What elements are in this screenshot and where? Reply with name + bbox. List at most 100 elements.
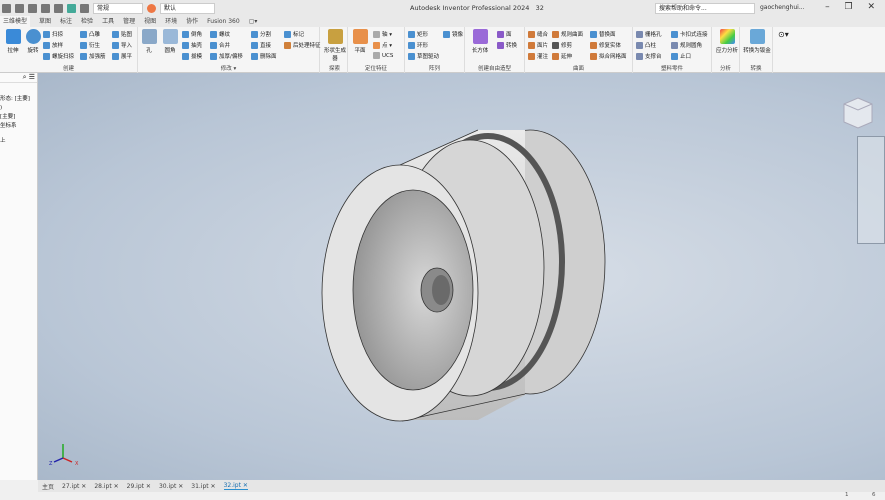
patch-button[interactable]: 面片 [528,41,548,49]
tab-3d-model[interactable]: 三维模型 [0,16,31,27]
rib-button[interactable]: 加强筋 [80,52,106,60]
tab-sketch[interactable]: 草图 [39,16,51,27]
point-button[interactable]: 点 ▾ [373,41,392,49]
undo-icon[interactable] [15,3,24,13]
unwrap-button[interactable]: 展平 [112,52,132,60]
window-controls[interactable]: – ❐ ✕ [825,2,881,12]
boss-button[interactable]: 凸柱 [636,41,656,49]
panel-label: 曲面 [572,66,584,72]
browser-item[interactable]: [主要] [0,113,37,122]
snap-fit-button[interactable]: 卡扣式连接 [671,30,708,38]
chamfer-button[interactable]: 倒角 [182,30,202,38]
extend-button[interactable]: 延伸 [552,52,572,60]
view-cube[interactable] [843,97,873,129]
replace-face-button[interactable]: 替换面 [590,30,616,38]
doc-tab-active[interactable]: 32.ipt ✕ [223,482,248,490]
panel-label: 塑料零件 [660,66,683,72]
repair-bodies-button[interactable]: 修复实体 [590,41,621,49]
help-search-input[interactable]: 搜索帮助和命令... [655,3,755,14]
panel-label: 创建自由造型 [477,66,511,72]
coil-button[interactable]: 螺旋扫掠 [43,52,74,60]
home-icon[interactable] [41,3,50,13]
delete-face-button[interactable]: 删除面 [251,52,277,60]
ucs-button[interactable]: UCS [373,52,393,59]
doc-tab[interactable]: 27.ipt ✕ [62,483,86,490]
sculpt-button[interactable]: 灌注 [528,52,548,60]
mark-button[interactable]: 标记 [284,30,304,38]
browser-search-menu-icon[interactable]: ⌕ ☰ [0,73,37,83]
3d-viewport[interactable]: X Z [38,73,885,480]
sweep-button[interactable]: 扫掠 [43,30,63,38]
browser-item[interactable]: 形态: [主要] [0,95,37,104]
doc-tab[interactable]: 28.ipt ✕ [94,483,118,490]
convert-button[interactable]: 转换 [497,41,517,49]
shape-generator-button[interactable]: 形状生成器 [324,29,346,62]
grill-button[interactable]: 栅格孔 [636,30,662,38]
stress-analysis-button[interactable]: 应力分析 [714,29,740,54]
revolve-button[interactable]: 旋转 [22,29,44,54]
doc-tab[interactable]: 30.ipt ✕ [159,483,183,490]
navigation-bar[interactable] [857,136,885,244]
ruled-surface-button[interactable]: 规则曲面 [552,30,583,38]
derive-button[interactable]: 衍生 [80,41,100,49]
browser-item[interactable]: 坐标系 [0,122,37,131]
rectangular-pattern-button[interactable]: 矩形 [408,30,428,38]
postprocess-button[interactable]: 后处理特征 [284,41,321,49]
direct-button[interactable]: 直接 [251,41,271,49]
fit-mesh-face-button[interactable]: 拟合网格面 [590,52,627,60]
tab-home[interactable]: 主页 [42,482,54,491]
shell-button[interactable]: 抽壳 [182,41,202,49]
part-model[interactable] [321,129,606,422]
tab-manage[interactable]: 管理 [123,16,135,27]
browser-item[interactable]: ) [0,104,37,113]
appearance-select[interactable]: 常规 [93,2,143,14]
tab-tools[interactable]: 工具 [102,16,114,27]
lip-button[interactable]: 止口 [671,52,691,60]
panel-label: 转换 [750,66,762,72]
circular-pattern-button[interactable]: 环形 [408,41,428,49]
trim-button[interactable]: 修剪 [552,41,572,49]
browser-item[interactable]: 上 [0,137,37,146]
mirror-button[interactable]: 镜像 [443,30,463,38]
panel-label: 阵列 [428,66,440,72]
ribbon-options-icon[interactable]: ⊙▾ [778,30,789,39]
thicken-button[interactable]: 加厚/偏移 [210,52,243,60]
material-select[interactable]: 默认 [160,2,215,14]
split-button[interactable]: 分割 [251,30,271,38]
user-account[interactable]: gaochenghui... [760,4,805,11]
tab-collaborate[interactable]: 协作 [186,16,198,27]
emboss-button[interactable]: 凸雕 [80,30,100,38]
doc-tab[interactable]: 29.ipt ✕ [127,483,151,490]
tab-fusion360[interactable]: Fusion 360 [207,16,240,27]
draft-button[interactable]: 拔模 [182,52,202,60]
measure-icon[interactable] [67,3,76,13]
convert-sheet-metal-button[interactable]: 转换为钣金 [741,29,773,54]
loft-button[interactable]: 放样 [43,41,63,49]
tab-environment[interactable]: 环境 [165,16,177,27]
stitch-button[interactable]: 缝合 [528,30,548,38]
plane-button[interactable]: 平面 [349,29,371,54]
sketch-driven-pattern-button[interactable]: 草图驱动 [408,52,439,60]
tab-inspect[interactable]: 检验 [81,16,93,27]
tab-annotate[interactable]: 标注 [60,16,72,27]
redo-icon[interactable] [28,3,37,13]
update-icon[interactable] [54,3,63,13]
import-button[interactable]: 导入 [112,41,132,49]
extrude-button[interactable]: 拉伸 [2,29,24,54]
save-icon[interactable] [2,3,11,13]
axis-button[interactable]: 轴 ▾ [373,30,392,38]
box-button[interactable]: 长方体 [469,29,491,54]
combine-button[interactable]: 合并 [210,41,230,49]
decal-button[interactable]: 贴图 [112,30,132,38]
settings-icon[interactable] [80,3,89,13]
thread-button[interactable]: 螺纹 [210,30,230,38]
hole-button[interactable]: 孔 [138,29,160,54]
color-icon [147,3,156,13]
rest-button[interactable]: 支撑台 [636,52,662,60]
fillet-button[interactable]: 圆角 [159,29,181,54]
tab-more[interactable]: ▢▾ [249,16,258,27]
doc-tab[interactable]: 31.ipt ✕ [191,483,215,490]
tab-view[interactable]: 视图 [144,16,156,27]
face-button[interactable]: 面 [497,30,512,38]
rule-fillet-button[interactable]: 规则圆角 [671,41,702,49]
